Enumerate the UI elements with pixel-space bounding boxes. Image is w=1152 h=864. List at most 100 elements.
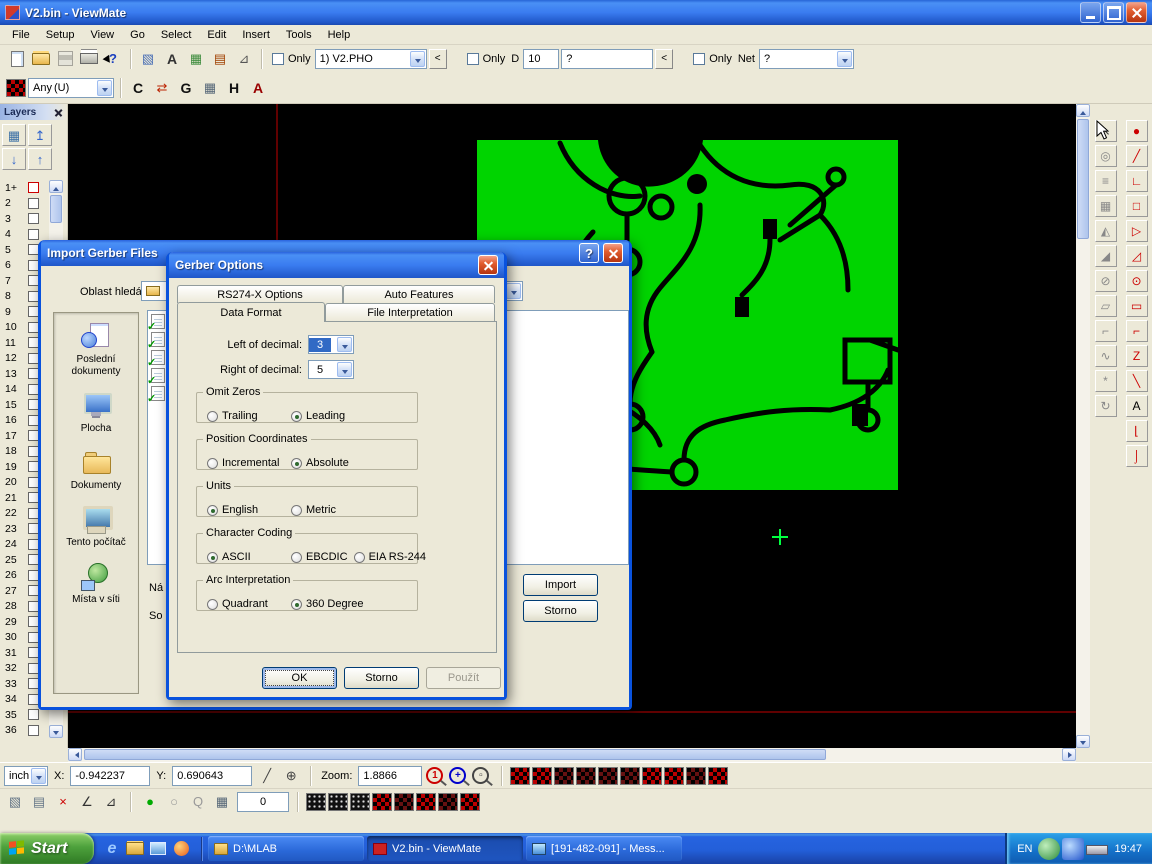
- pattern-icon-11[interactable]: [372, 793, 392, 811]
- menu-item[interactable]: Edit: [199, 27, 234, 43]
- save-file-icon[interactable]: [54, 48, 76, 70]
- copy-circles-icon[interactable]: ◎: [1095, 145, 1117, 167]
- tab-auto-features[interactable]: Auto Features: [343, 285, 495, 303]
- zigzag-icon[interactable]: Z: [1126, 345, 1148, 367]
- place-5[interactable]: Místa v síti: [54, 561, 138, 606]
- grid-tool-icon[interactable]: ▦: [199, 77, 221, 99]
- pad-flash-icon[interactable]: ●: [1126, 120, 1148, 142]
- corner-line-icon[interactable]: ∟: [1126, 170, 1148, 192]
- move-up-icon[interactable]: ↑: [28, 148, 52, 170]
- null-circle-icon[interactable]: ⊘: [1095, 270, 1117, 292]
- pattern-icon-15[interactable]: [460, 793, 480, 811]
- slope-tool-icon[interactable]: ◢: [1095, 245, 1117, 267]
- tab-data-format[interactable]: Data Format: [177, 302, 325, 322]
- dcode-input[interactable]: 10: [523, 49, 559, 69]
- aperture-grid-icon[interactable]: ▦: [185, 48, 207, 70]
- show-desktop-icon[interactable]: [148, 838, 168, 860]
- g-tool-icon[interactable]: G: [175, 77, 197, 99]
- menu-item[interactable]: Go: [122, 27, 153, 43]
- import-button[interactable]: Import: [523, 574, 598, 596]
- pattern-icon-1[interactable]: [510, 767, 530, 785]
- dcode-text-icon[interactable]: A: [161, 48, 183, 70]
- radio-icon[interactable]: [207, 599, 218, 610]
- taskbar-task[interactable]: [191-482-091] - Mess...: [526, 836, 682, 861]
- layer-color-box[interactable]: [28, 229, 39, 240]
- scroll-up-icon[interactable]: [49, 180, 63, 193]
- radio-icon[interactable]: [291, 599, 302, 610]
- pattern-icon-12[interactable]: [394, 793, 414, 811]
- triangle-tool-icon[interactable]: ◭: [1095, 220, 1117, 242]
- layer-color-box[interactable]: [28, 198, 39, 209]
- radio-icon[interactable]: [354, 552, 365, 563]
- radio-absolute[interactable]: Absolute: [291, 457, 349, 469]
- radio-english[interactable]: English: [207, 504, 285, 516]
- radio-icon[interactable]: [291, 411, 302, 422]
- query-circle-icon[interactable]: Q: [187, 791, 209, 813]
- pattern-icon-7[interactable]: [642, 767, 662, 785]
- pattern-icon-3[interactable]: [554, 767, 574, 785]
- zoom-in-icon[interactable]: +: [449, 767, 466, 784]
- status-green-icon[interactable]: ●: [139, 791, 161, 813]
- elbow-tool-icon[interactable]: ⌐: [1095, 320, 1117, 342]
- chevron-down-icon[interactable]: [337, 362, 352, 377]
- radio-icon[interactable]: [291, 552, 302, 563]
- pattern-icon-8[interactable]: [664, 767, 684, 785]
- selection-box-icon[interactable]: ▧: [137, 48, 159, 70]
- chevron-down-icon[interactable]: [506, 283, 521, 299]
- menu-item[interactable]: Help: [320, 27, 359, 43]
- origin-target-icon[interactable]: ⊕: [280, 765, 302, 787]
- minimize-button[interactable]: [1080, 2, 1101, 23]
- keyboard-tray-icon[interactable]: [1086, 845, 1108, 855]
- delete-icon[interactable]: ×: [52, 791, 74, 813]
- place-4[interactable]: Tento počítač: [54, 504, 138, 549]
- file-icon[interactable]: [151, 332, 165, 347]
- layer-color-box[interactable]: [28, 182, 39, 193]
- parallel-lines-icon[interactable]: ≡: [1095, 170, 1117, 192]
- scroll-up-icon[interactable]: [1076, 104, 1090, 117]
- pattern-icon-6[interactable]: [620, 767, 640, 785]
- close-icon[interactable]: [54, 108, 63, 117]
- scroll-thumb[interactable]: [84, 749, 826, 760]
- circle-icon[interactable]: ⊙: [1126, 270, 1148, 292]
- layer-color-box[interactable]: [28, 709, 39, 720]
- file-icon[interactable]: [151, 368, 165, 383]
- unit-combo[interactable]: inch: [4, 766, 48, 786]
- radio-360-degree[interactable]: 360 Degree: [291, 598, 364, 610]
- clock[interactable]: 19:47: [1114, 843, 1142, 855]
- prev-dcode-button[interactable]: <: [655, 49, 673, 69]
- radio-quadrant[interactable]: Quadrant: [207, 598, 285, 610]
- menu-item[interactable]: File: [4, 27, 38, 43]
- scroll-left-icon[interactable]: [68, 748, 82, 761]
- dot-grid-icon-1[interactable]: [306, 793, 326, 811]
- canvas-hscrollbar[interactable]: [68, 748, 1076, 762]
- chevron-down-icon[interactable]: [337, 337, 352, 352]
- wave-tool-icon[interactable]: ∿: [1095, 345, 1117, 367]
- file-icon[interactable]: [151, 350, 165, 365]
- only-layer-checkbox[interactable]: [272, 53, 284, 65]
- radio-icon[interactable]: [207, 505, 218, 516]
- pattern-icon-5[interactable]: [598, 767, 618, 785]
- distance-measure-icon[interactable]: ⊿: [100, 791, 122, 813]
- diagonal-measure-icon[interactable]: ╱: [256, 765, 278, 787]
- print-icon[interactable]: [78, 48, 100, 70]
- draw-line-icon[interactable]: ╱: [1126, 145, 1148, 167]
- h-tool-icon[interactable]: H: [223, 77, 245, 99]
- context-help-icon[interactable]: [102, 48, 124, 70]
- triangle-icon[interactable]: ▷: [1126, 220, 1148, 242]
- file-icon[interactable]: [151, 386, 165, 401]
- pattern-icon-2[interactable]: [532, 767, 552, 785]
- l-shape-icon[interactable]: ⌊: [1126, 420, 1148, 442]
- close-button[interactable]: [478, 255, 498, 275]
- ok-button[interactable]: OK: [262, 667, 337, 689]
- open-file-icon[interactable]: [30, 48, 52, 70]
- scroll-thumb[interactable]: [1077, 119, 1089, 239]
- radio-icon[interactable]: [207, 552, 218, 563]
- radio-eia-rs-244[interactable]: EIA RS-244: [354, 551, 426, 563]
- scroll-thumb[interactable]: [50, 195, 62, 223]
- filled-square-icon[interactable]: ▦: [1095, 195, 1117, 217]
- menu-item[interactable]: Insert: [234, 27, 278, 43]
- diagonal-icon[interactable]: ╲: [1126, 370, 1148, 392]
- radio-metric[interactable]: Metric: [291, 504, 336, 516]
- radio-ascii[interactable]: ASCII: [207, 551, 285, 563]
- browser-icon[interactable]: [171, 838, 191, 860]
